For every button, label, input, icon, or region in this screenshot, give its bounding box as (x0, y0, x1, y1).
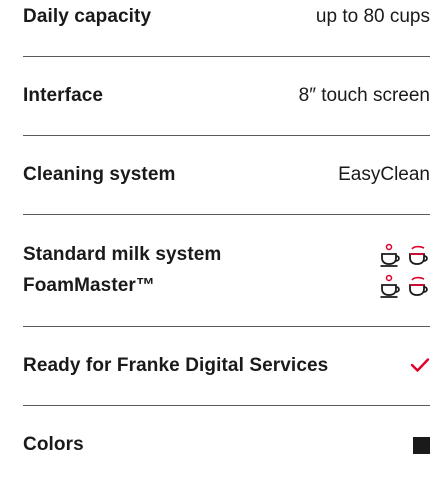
latte-glass-icon (408, 243, 430, 267)
spec-label: Cleaning system (23, 163, 176, 185)
spec-row-interface: Interface 8″ touch screen (23, 57, 430, 136)
spec-value: 8″ touch screen (298, 84, 430, 106)
spec-list: Daily capacity up to 80 cups Interface 8… (23, 0, 430, 485)
spec-label: Standard milk system (23, 243, 222, 265)
spec-value: EasyClean (338, 163, 430, 185)
foammaster-icons (380, 273, 430, 300)
spec-label: Colors (23, 434, 84, 456)
spec-label: Ready for Franke Digital Services (23, 354, 329, 376)
latte-glass-icon (408, 274, 430, 298)
cappuccino-cup-icon (380, 274, 402, 298)
cappuccino-cup-icon (380, 243, 402, 267)
checkmark-icon (410, 353, 430, 379)
spec-row-digital-services: Ready for Franke Digital Services (23, 327, 430, 406)
spec-label: Interface (23, 84, 104, 106)
spec-label: FoamMaster™ (23, 274, 156, 296)
spec-row-colors: Colors (23, 406, 430, 485)
spec-row-daily-capacity: Daily capacity up to 80 cups (23, 0, 430, 57)
spec-row-milk-system: Standard milk system FoamMaster™ (23, 215, 430, 327)
milk-system-icons (380, 242, 430, 300)
standard-milk-icons (380, 242, 430, 269)
black-swatch-icon[interactable] (413, 437, 430, 454)
spec-label: Daily capacity (23, 5, 152, 27)
spec-value: up to 80 cups (315, 5, 430, 27)
spec-row-cleaning-system: Cleaning system EasyClean (23, 136, 430, 215)
milk-system-labels: Standard milk system FoamMaster™ (23, 242, 221, 299)
